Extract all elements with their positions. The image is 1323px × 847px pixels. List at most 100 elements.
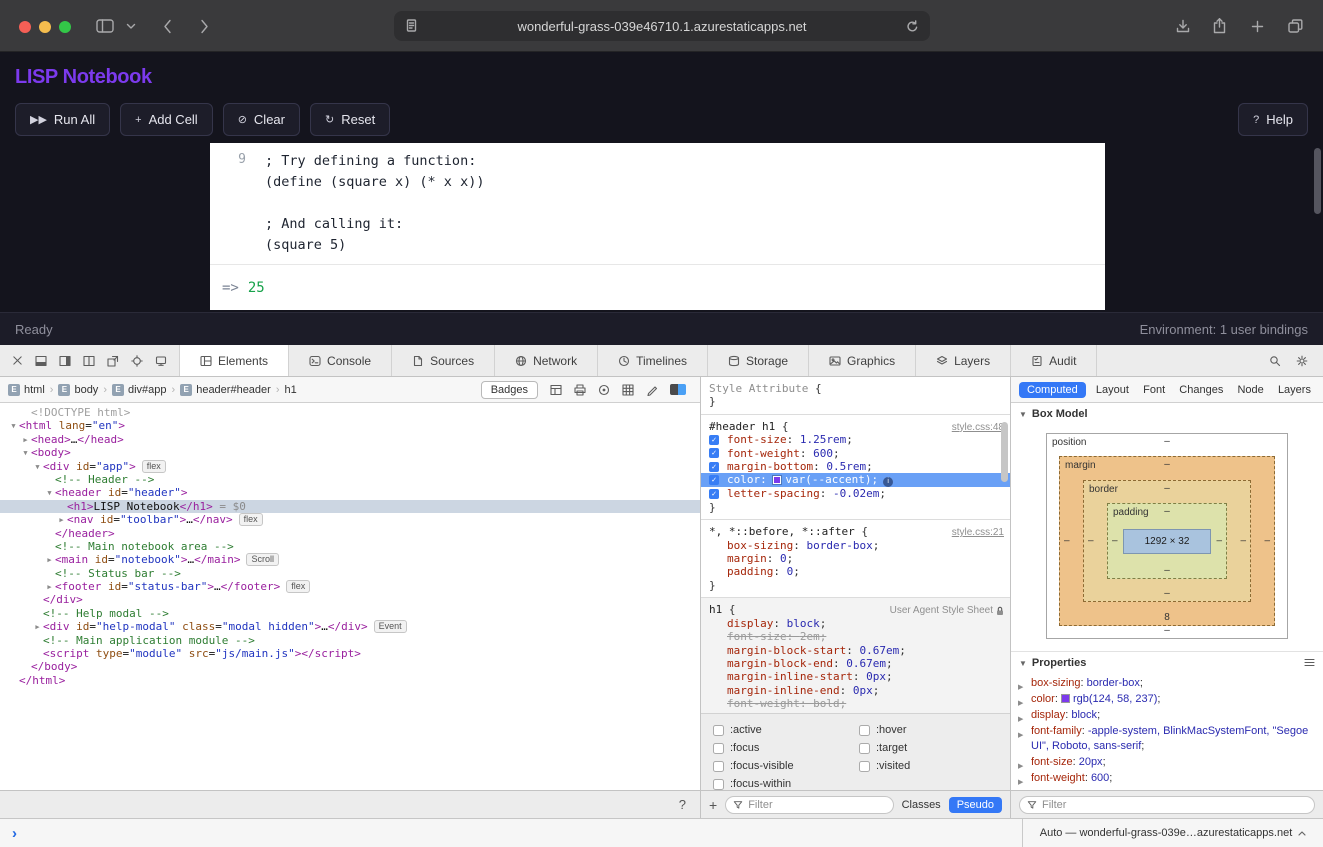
properties-header[interactable]: ▼ Properties [1011, 651, 1323, 674]
css-property[interactable]: margin-block-start: 0.67em; [701, 644, 1010, 657]
box-model-header[interactable]: ▼ Box Model [1011, 403, 1323, 425]
css-property[interactable]: margin-block-end: 0.67em; [701, 657, 1010, 670]
reload-icon[interactable] [906, 20, 919, 33]
computed-property[interactable]: ▶font-size: 20px; [1011, 755, 1323, 771]
dom-tree-row[interactable]: ▼<header id="header"> [0, 486, 700, 499]
css-property[interactable]: ✓margin-bottom: 0.5rem; [701, 460, 1010, 473]
dom-tree-row[interactable]: <!-- Main application module --> [0, 634, 700, 647]
gear-icon[interactable] [1296, 355, 1308, 367]
inspect-target-icon[interactable] [131, 355, 143, 367]
pseudo-toggle[interactable]: Pseudo [949, 797, 1002, 813]
checkbox-icon[interactable] [713, 725, 724, 736]
panel-tab-node[interactable]: Node [1233, 382, 1267, 398]
new-tab-icon[interactable] [1251, 20, 1264, 33]
dock-bottom-icon[interactable] [35, 355, 47, 367]
layout-badge[interactable]: flex [286, 580, 310, 593]
sidebar-toggle-icon[interactable] [96, 19, 114, 33]
disclosure-closed-icon[interactable]: ▶ [20, 434, 31, 447]
css-property[interactable]: margin-inline-end: 0px; [701, 684, 1010, 697]
computed-filter-input[interactable] [1042, 799, 1307, 811]
dom-tree-row[interactable]: </div> [0, 593, 700, 606]
computed-property[interactable]: ▶font-family: -apple-system, BlinkMacSys… [1011, 724, 1323, 755]
close-window-button[interactable] [19, 21, 31, 33]
tab-console[interactable]: Console [289, 345, 392, 376]
styles-scrollbar[interactable] [1001, 422, 1008, 482]
computed-property[interactable]: ▶display: block; [1011, 708, 1323, 724]
dom-tree-row[interactable]: ▶<main id="notebook">…</main>Scroll [0, 553, 700, 566]
dock-side-icon[interactable] [59, 355, 71, 367]
panel-tab-layout[interactable]: Layout [1092, 382, 1133, 398]
dom-tree-row[interactable]: <!-- Help modal --> [0, 607, 700, 620]
device-icon[interactable] [155, 355, 167, 367]
code-editor[interactable]: 9 ; Try defining a function:(define (squ… [210, 143, 1105, 265]
edit-icon[interactable] [646, 384, 658, 396]
breadcrumb-item[interactable]: Ebody [58, 384, 98, 396]
layout-icon[interactable] [550, 384, 562, 396]
run-all-button[interactable]: ▶▶Run All [15, 103, 110, 136]
dom-tree-row[interactable]: </html> [0, 674, 700, 687]
disclosure-open-icon[interactable]: ▼ [32, 461, 43, 474]
css-property[interactable]: padding: 0; [701, 565, 1010, 578]
computed-property[interactable]: ▶font-weight: 600; [1011, 771, 1323, 787]
dom-tree-row[interactable]: <!-- Header --> [0, 473, 700, 486]
stylesheet-link[interactable]: style.css:21 [952, 526, 1004, 539]
dom-tree-row[interactable]: ▶<nav id="toolbar">…</nav>flex [0, 513, 700, 526]
panel-tab-layers[interactable]: Layers [1274, 382, 1315, 398]
layout-compare-icon[interactable] [670, 384, 686, 395]
css-property[interactable]: ✓font-size: 1.25rem; [701, 433, 1010, 446]
dom-tree-row[interactable]: ▶<head>…</head> [0, 433, 700, 446]
checkbox-icon[interactable] [859, 761, 870, 772]
checkbox-icon[interactable] [713, 779, 724, 790]
content-box[interactable]: 1292 × 32 [1123, 529, 1211, 554]
grid-icon[interactable] [622, 384, 634, 396]
dom-tree-row[interactable]: <!-- Status bar --> [0, 567, 700, 580]
disclosure-closed-icon[interactable]: ▶ [44, 581, 55, 594]
new-rule-button[interactable]: + [709, 797, 717, 813]
property-checkbox[interactable]: ✓ [709, 462, 719, 472]
panel-tab-changes[interactable]: Changes [1175, 382, 1227, 398]
css-property[interactable]: display: block; [701, 617, 1010, 630]
breadcrumb-item[interactable]: Eheader#header [180, 384, 271, 396]
dom-tree-row[interactable]: ▼<div id="app">flex [0, 460, 700, 473]
styles-filter[interactable] [725, 796, 893, 814]
dom-tree-row[interactable]: ▼<body> [0, 446, 700, 459]
dom-tree-row[interactable]: ▼<html lang="en"> [0, 419, 700, 432]
classes-toggle[interactable]: Classes [902, 799, 941, 811]
dom-tree-row[interactable]: ▶<footer id="status-bar">…</footer>flex [0, 580, 700, 593]
tab-graphics[interactable]: Graphics [809, 345, 916, 376]
tab-elements[interactable]: Elements [180, 345, 289, 376]
checkbox-icon[interactable] [713, 761, 724, 772]
checkbox-icon[interactable] [859, 725, 870, 736]
tab-overview-icon[interactable] [1288, 19, 1303, 33]
panel-tab-font[interactable]: Font [1139, 382, 1169, 398]
checkbox-icon[interactable] [713, 743, 724, 754]
page-settings-icon[interactable] [406, 19, 417, 32]
breadcrumb-item[interactable]: Ediv#app [112, 384, 167, 396]
disclosure-closed-icon[interactable]: ▶ [32, 621, 43, 634]
panel-tab-computed[interactable]: Computed [1019, 382, 1086, 398]
tab-layers[interactable]: Layers [916, 345, 1011, 376]
rule-selector[interactable]: #header h1 {style.css:48 [701, 420, 1010, 433]
pseudo-checkbox-target[interactable]: :target [859, 739, 910, 757]
dom-tree-row[interactable]: <!DOCTYPE html> [0, 406, 700, 419]
search-icon[interactable] [1269, 355, 1281, 367]
disclosure-open-icon[interactable]: ▼ [8, 420, 19, 433]
badges-button[interactable]: Badges [481, 381, 538, 399]
stylesheet-link[interactable]: style.css:48 [952, 421, 1004, 434]
forward-icon[interactable] [200, 19, 209, 34]
breadcrumb-item[interactable]: Ehtml [8, 384, 45, 396]
computed-property[interactable]: ▶color: rgb(124, 58, 237); [1011, 692, 1323, 708]
help-button[interactable]: ? Help [1238, 103, 1308, 136]
info-icon[interactable]: i [883, 477, 893, 487]
checkbox-icon[interactable] [859, 743, 870, 754]
fullscreen-window-button[interactable] [59, 21, 71, 33]
share-icon[interactable] [1213, 17, 1226, 34]
rule-selector[interactable]: *, *::before, *::after {style.css:21 [701, 525, 1010, 538]
add-cell-button[interactable]: +Add Cell [120, 103, 213, 136]
inspector-help-button[interactable]: ? [679, 797, 686, 812]
close-icon[interactable] [12, 355, 23, 366]
pseudo-checkbox-active[interactable]: :active [713, 721, 794, 739]
css-property[interactable]: margin-inline-start: 0px; [701, 670, 1010, 683]
css-property[interactable]: font-weight: bold; [701, 697, 1010, 710]
tab-sources[interactable]: Sources [392, 345, 495, 376]
